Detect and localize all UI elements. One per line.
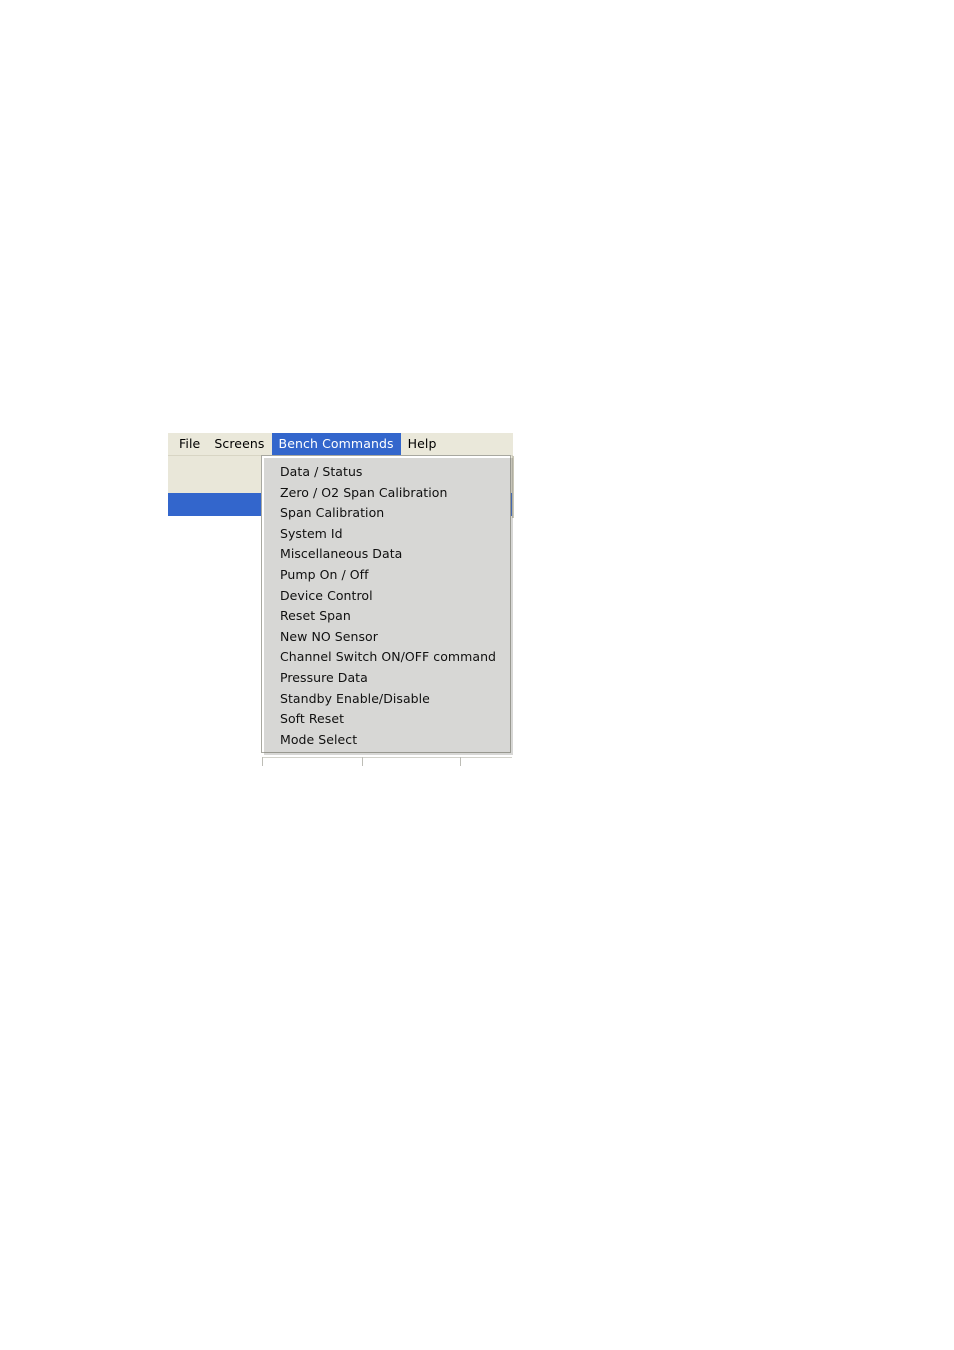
menu-item-pump-on-off[interactable]: Pump On / Off [262, 565, 510, 586]
menu-item-label: Reset Span [280, 608, 351, 624]
menu-help-label: Help [407, 435, 437, 451]
menu-item-label: Zero / O2 Span Calibration [280, 484, 448, 500]
menu-item-data-status[interactable]: Data / Status [262, 462, 510, 483]
menu-item-soft-reset[interactable]: Soft Reset [262, 709, 510, 730]
menu-item-label: Channel Switch ON/OFF command [280, 649, 497, 665]
menu-item-label: Pump On / Off [280, 567, 369, 583]
menu-item-span-calibration[interactable]: Span Calibration [262, 503, 510, 524]
menu-bench-commands[interactable]: Bench Commands [271, 433, 401, 455]
grid-column-tick [460, 757, 461, 766]
menu-item-label: Data / Status [280, 464, 363, 480]
menu-item-label: New NO Sensor [280, 628, 378, 644]
menu-screens-label: Screens [214, 435, 265, 451]
menu-bar: File Screens Bench Commands Help [168, 433, 513, 456]
menu-item-label: Pressure Data [280, 669, 368, 685]
menu-item-label: Mode Select [280, 731, 358, 747]
menu-item-label: Device Control [280, 587, 373, 603]
menu-item-miscellaneous-data[interactable]: Miscellaneous Data [262, 544, 510, 565]
menu-file-label: File [179, 435, 201, 451]
menu-screens[interactable]: Screens [207, 433, 271, 455]
menu-bench-commands-label: Bench Commands [278, 435, 394, 451]
bench-commands-dropdown-menu: Data / Status Zero / O2 Span Calibration… [261, 455, 513, 755]
menu-item-reset-span[interactable]: Reset Span [262, 606, 510, 627]
grid-column-tick [362, 757, 363, 766]
menu-help[interactable]: Help [401, 433, 444, 455]
menu-item-standby-enable-disable[interactable]: Standby Enable/Disable [262, 689, 510, 710]
grid-baseline [262, 757, 512, 758]
menu-item-zero-o2-span-calibration[interactable]: Zero / O2 Span Calibration [262, 483, 510, 504]
menu-item-system-id[interactable]: System Id [262, 524, 510, 545]
grid-column-tick [262, 757, 263, 766]
menu-item-channel-switch-on-off-command[interactable]: Channel Switch ON/OFF command [262, 647, 510, 668]
menu-item-label: Miscellaneous Data [280, 546, 403, 562]
menu-item-device-control[interactable]: Device Control [262, 586, 510, 607]
menu-item-label: Soft Reset [280, 711, 345, 727]
menu-item-label: System Id [280, 525, 343, 541]
menu-file[interactable]: File [172, 433, 207, 455]
menu-item-pressure-data[interactable]: Pressure Data [262, 668, 510, 689]
menu-item-label: Span Calibration [280, 505, 385, 521]
menu-item-mode-select[interactable]: Mode Select [262, 730, 510, 751]
menu-item-new-no-sensor[interactable]: New NO Sensor [262, 627, 510, 648]
menu-item-label: Standby Enable/Disable [280, 690, 430, 706]
